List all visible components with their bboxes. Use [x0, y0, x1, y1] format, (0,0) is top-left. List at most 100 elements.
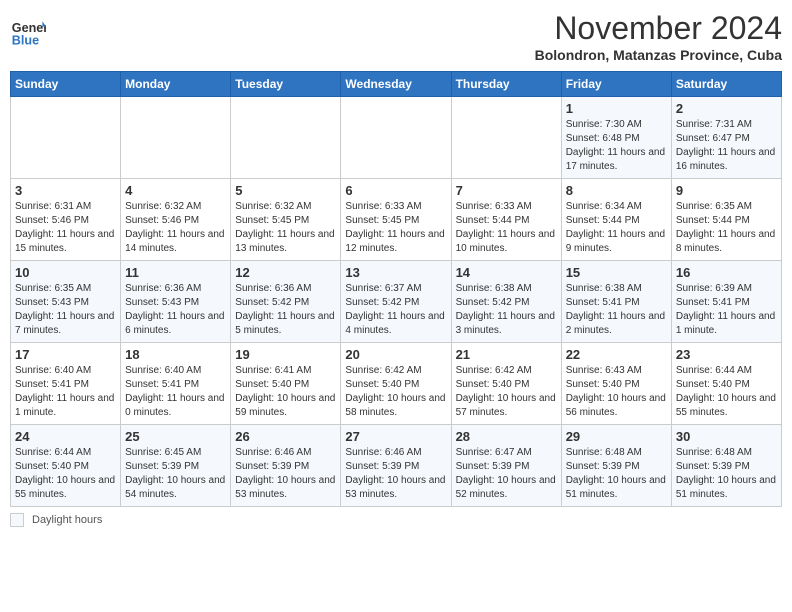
- day-number: 26: [235, 429, 336, 444]
- calendar-cell: 28Sunrise: 6:47 AM Sunset: 5:39 PM Dayli…: [451, 425, 561, 507]
- footer-note: Daylight hours: [10, 513, 782, 527]
- day-number: 16: [676, 265, 777, 280]
- day-info: Sunrise: 6:39 AM Sunset: 5:41 PM Dayligh…: [676, 282, 777, 338]
- weekday-header-thursday: Thursday: [451, 72, 561, 97]
- day-info: Sunrise: 6:46 AM Sunset: 5:39 PM Dayligh…: [235, 446, 336, 502]
- day-number: 10: [15, 265, 116, 280]
- day-info: Sunrise: 6:41 AM Sunset: 5:40 PM Dayligh…: [235, 364, 336, 420]
- calendar-cell: 19 Sunrise: 6:41 AM Sunset: 5:40 PM Dayli…: [231, 343, 341, 425]
- day-number: 14: [456, 265, 557, 280]
- day-number: 29: [566, 429, 667, 444]
- day-info: Sunrise: 6:40 AM Sunset: 5:41 PM Dayligh…: [15, 364, 116, 420]
- calendar-cell: 9 Sunrise: 6:35 AM Sunset: 5:44 PM Daylig…: [671, 179, 781, 261]
- day-info: Sunrise: 6:31 AM Sunset: 5:46 PM Dayligh…: [15, 200, 116, 256]
- page-header: General Blue November 2024 Bolondron, Ma…: [10, 10, 782, 63]
- day-info: Sunrise: 6:38 AM Sunset: 5:41 PM Dayligh…: [566, 282, 667, 338]
- day-number: 13: [345, 265, 446, 280]
- calendar-cell: 27 Sunrise: 6:46 AM Sunset: 5:39 PM Dayli…: [341, 425, 451, 507]
- calendar-cell: [121, 97, 231, 179]
- day-number: 22: [566, 347, 667, 362]
- day-info: Sunrise: 6:48 AM Sunset: 5:39 PM Dayligh…: [676, 446, 777, 502]
- day-info: Sunrise: 6:47 AM Sunset: 5:39 PM Dayligh…: [456, 446, 557, 502]
- calendar-cell: 18 Sunrise: 6:40 AM Sunset: 5:41 PM Dayli…: [121, 343, 231, 425]
- day-number: 3: [15, 183, 116, 198]
- svg-text:Blue: Blue: [12, 34, 39, 48]
- day-info: Sunrise: 6:42 AM Sunset: 5:40 PM Dayligh…: [456, 364, 557, 420]
- day-info: Sunrise: 7:31 AM Sunset: 6:47 PM Dayligh…: [676, 118, 777, 174]
- day-number: 21: [456, 347, 557, 362]
- day-info: Sunrise: 6:46 AM Sunset: 5:39 PM Dayligh…: [345, 446, 446, 502]
- day-number: 18: [125, 347, 226, 362]
- day-number: 17: [15, 347, 116, 362]
- day-number: 30: [676, 429, 777, 444]
- calendar-cell: [11, 97, 121, 179]
- weekday-header-sunday: Sunday: [11, 72, 121, 97]
- day-info: Sunrise: 6:34 AM Sunset: 5:44 PM Dayligh…: [566, 200, 667, 256]
- day-info: Sunrise: 6:40 AM Sunset: 5:41 PM Dayligh…: [125, 364, 226, 420]
- calendar-cell: [231, 97, 341, 179]
- day-info: Sunrise: 6:36 AM Sunset: 5:43 PM Dayligh…: [125, 282, 226, 338]
- title-block: November 2024 Bolondron, Matanzas Provin…: [535, 10, 782, 63]
- calendar-cell: 20Sunrise: 6:42 AM Sunset: 5:40 PM Dayli…: [341, 343, 451, 425]
- calendar-cell: 10 Sunrise: 6:35 AM Sunset: 5:43 PM Dayli…: [11, 261, 121, 343]
- day-number: 9: [676, 183, 777, 198]
- day-info: Sunrise: 6:32 AM Sunset: 5:46 PM Dayligh…: [125, 200, 226, 256]
- calendar-cell: 5 Sunrise: 6:32 AM Sunset: 5:45 PM Daylig…: [231, 179, 341, 261]
- day-info: Sunrise: 6:32 AM Sunset: 5:45 PM Dayligh…: [235, 200, 336, 256]
- calendar-cell: 7 Sunrise: 6:33 AM Sunset: 5:44 PM Daylig…: [451, 179, 561, 261]
- day-number: 4: [125, 183, 226, 198]
- weekday-header-monday: Monday: [121, 72, 231, 97]
- calendar-cell: 11 Sunrise: 6:36 AM Sunset: 5:43 PM Dayli…: [121, 261, 231, 343]
- day-number: 11: [125, 265, 226, 280]
- day-number: 27: [345, 429, 446, 444]
- calendar-cell: 21 Sunrise: 6:42 AM Sunset: 5:40 PM Dayli…: [451, 343, 561, 425]
- calendar-cell: 26 Sunrise: 6:46 AM Sunset: 5:39 PM Dayli…: [231, 425, 341, 507]
- day-info: Sunrise: 6:45 AM Sunset: 5:39 PM Dayligh…: [125, 446, 226, 502]
- calendar-cell: 4 Sunrise: 6:32 AM Sunset: 5:46 PM Daylig…: [121, 179, 231, 261]
- day-info: Sunrise: 6:35 AM Sunset: 5:43 PM Dayligh…: [15, 282, 116, 338]
- weekday-header-tuesday: Tuesday: [231, 72, 341, 97]
- logo: General Blue: [10, 14, 46, 50]
- day-number: 12: [235, 265, 336, 280]
- day-info: Sunrise: 6:44 AM Sunset: 5:40 PM Dayligh…: [676, 364, 777, 420]
- day-number: 2: [676, 101, 777, 116]
- day-info: Sunrise: 6:48 AM Sunset: 5:39 PM Dayligh…: [566, 446, 667, 502]
- calendar-cell: 22Sunrise: 6:43 AM Sunset: 5:40 PM Dayli…: [561, 343, 671, 425]
- calendar-cell: 17 Sunrise: 6:40 AM Sunset: 5:41 PM Dayli…: [11, 343, 121, 425]
- day-info: Sunrise: 6:37 AM Sunset: 5:42 PM Dayligh…: [345, 282, 446, 338]
- day-number: 23: [676, 347, 777, 362]
- day-number: 24: [15, 429, 116, 444]
- day-number: 20: [345, 347, 446, 362]
- calendar-cell: 25 Sunrise: 6:45 AM Sunset: 5:39 PM Dayli…: [121, 425, 231, 507]
- day-info: Sunrise: 6:44 AM Sunset: 5:40 PM Dayligh…: [15, 446, 116, 502]
- day-number: 6: [345, 183, 446, 198]
- day-info: Sunrise: 6:36 AM Sunset: 5:42 PM Dayligh…: [235, 282, 336, 338]
- day-info: Sunrise: 6:38 AM Sunset: 5:42 PM Dayligh…: [456, 282, 557, 338]
- day-info: Sunrise: 6:35 AM Sunset: 5:44 PM Dayligh…: [676, 200, 777, 256]
- month-title: November 2024: [535, 10, 782, 47]
- calendar-cell: 16 Sunrise: 6:39 AM Sunset: 5:41 PM Dayli…: [671, 261, 781, 343]
- daylight-label: Daylight hours: [32, 514, 102, 526]
- day-number: 15: [566, 265, 667, 280]
- calendar-cell: 6Sunrise: 6:33 AM Sunset: 5:45 PM Daylig…: [341, 179, 451, 261]
- calendar-cell: 23 Sunrise: 6:44 AM Sunset: 5:40 PM Dayli…: [671, 343, 781, 425]
- calendar-cell: 3 Sunrise: 6:31 AM Sunset: 5:46 PM Daylig…: [11, 179, 121, 261]
- calendar-cell: 12 Sunrise: 6:36 AM Sunset: 5:42 PM Dayli…: [231, 261, 341, 343]
- calendar-table: SundayMondayTuesdayWednesdayThursdayFrid…: [10, 71, 782, 507]
- day-info: Sunrise: 7:30 AM Sunset: 6:48 PM Dayligh…: [566, 118, 667, 174]
- logo-icon: General Blue: [10, 14, 46, 50]
- calendar-cell: 30 Sunrise: 6:48 AM Sunset: 5:39 PM Dayli…: [671, 425, 781, 507]
- weekday-header-saturday: Saturday: [671, 72, 781, 97]
- location-subtitle: Bolondron, Matanzas Province, Cuba: [535, 47, 782, 63]
- calendar-cell: 14 Sunrise: 6:38 AM Sunset: 5:42 PM Dayli…: [451, 261, 561, 343]
- calendar-cell: [451, 97, 561, 179]
- calendar-cell: 1Sunrise: 7:30 AM Sunset: 6:48 PM Daylig…: [561, 97, 671, 179]
- calendar-cell: 29 Sunrise: 6:48 AM Sunset: 5:39 PM Dayli…: [561, 425, 671, 507]
- calendar-cell: [341, 97, 451, 179]
- day-number: 25: [125, 429, 226, 444]
- day-number: 19: [235, 347, 336, 362]
- day-info: Sunrise: 6:33 AM Sunset: 5:44 PM Dayligh…: [456, 200, 557, 256]
- day-number: 7: [456, 183, 557, 198]
- weekday-header-friday: Friday: [561, 72, 671, 97]
- day-number: 5: [235, 183, 336, 198]
